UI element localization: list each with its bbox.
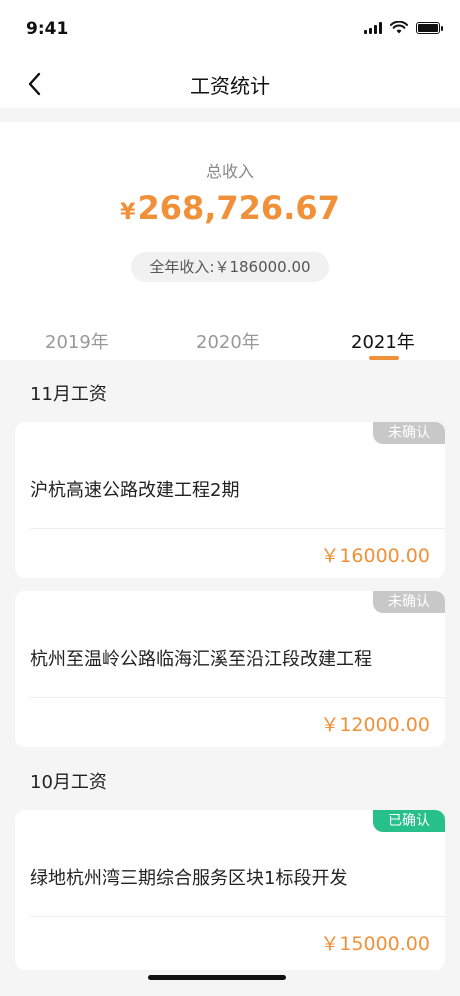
salary-amount: ￥16000.00 [320, 545, 430, 567]
project-name: 沪杭高速公路改建工程2期 [30, 480, 240, 501]
status-bar: 9:41 [0, 0, 460, 60]
signal-icon [364, 21, 382, 34]
month-title: 10月工资 [30, 772, 107, 793]
tab-2021[interactable]: 2021年 [351, 328, 415, 354]
salary-amount: ￥12000.00 [320, 714, 430, 736]
total-income-label: 总收入 [205, 162, 254, 181]
tab-2019[interactable]: 2019年 [45, 328, 109, 354]
currency-symbol: ¥ [120, 200, 136, 225]
project-name: 杭州至温岭公路临海汇溪至沿江段改建工程 [30, 649, 372, 670]
nav-bar: 工资统计 [0, 60, 460, 108]
status-icons [364, 21, 443, 34]
salary-amount: ￥15000.00 [320, 933, 430, 955]
salary-card[interactable]: 已确认 绿地杭州湾三期综合服务区块1标段开发 ￥15000.00 [15, 810, 445, 970]
page-title: 工资统计 [190, 74, 270, 98]
salary-stats-page: 9:41 工资统计 总收入 ¥268,726.67 全年收入:￥186000.0… [0, 0, 460, 996]
total-income-value: 268,726.67 [137, 189, 340, 227]
year-tabs: 2019年 2020年 2021年 [0, 322, 460, 360]
status-badge: 未确认 [373, 422, 445, 444]
annual-income-pill: 全年收入:￥186000.00 [131, 252, 329, 282]
project-name: 绿地杭州湾三期综合服务区块1标段开发 [30, 868, 348, 889]
tab-2020[interactable]: 2020年 [196, 328, 260, 354]
battery-icon [416, 21, 443, 34]
card-divider [30, 697, 445, 698]
salary-card[interactable]: 未确认 沪杭高速公路改建工程2期 ￥16000.00 [15, 422, 445, 578]
active-tab-indicator [369, 356, 399, 360]
status-badge: 已确认 [373, 810, 445, 832]
income-summary: 总收入 ¥268,726.67 全年收入:￥186000.00 2019年 20… [0, 122, 460, 360]
total-income-amount: ¥268,726.67 [0, 189, 460, 227]
home-indicator [148, 975, 286, 980]
status-time: 9:41 [26, 19, 69, 39]
card-divider [30, 528, 445, 529]
salary-card[interactable]: 未确认 杭州至温岭公路临海汇溪至沿江段改建工程 ￥12000.00 [15, 591, 445, 747]
card-divider [30, 916, 445, 917]
status-badge: 未确认 [373, 591, 445, 613]
wifi-icon [390, 21, 408, 34]
month-title: 11月工资 [30, 384, 107, 405]
